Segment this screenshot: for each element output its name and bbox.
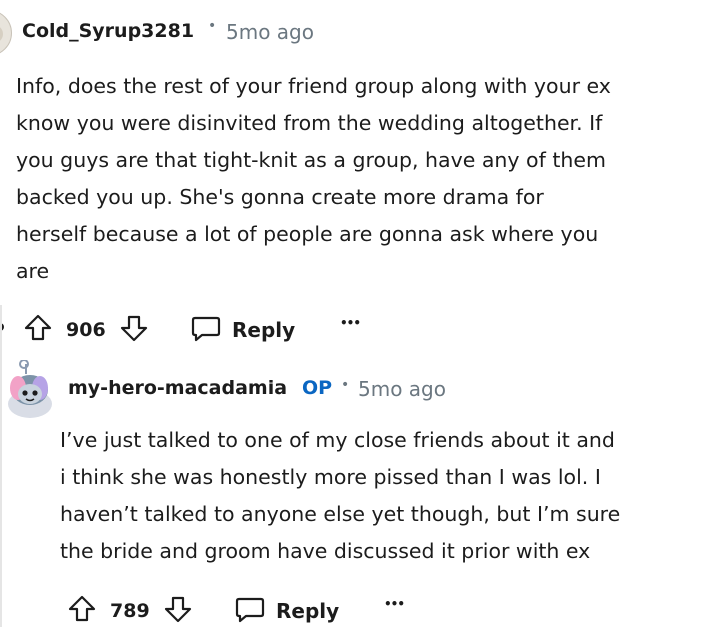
comment-body-line: i think she was honestly more pissed tha… (60, 465, 601, 489)
avatar[interactable] (0, 10, 12, 56)
comment-body-line: backed you up. She's gonna create more d… (16, 185, 544, 209)
vote-count: 789 (110, 600, 150, 622)
reply-button[interactable]: Reply (190, 312, 295, 348)
comment-body: Info, does the rest of your friend group… (16, 68, 702, 290)
vote-group: 906 (22, 312, 150, 348)
comment-body: I’ve just talked to one of my close frie… (60, 422, 702, 570)
avatar-face (0, 25, 3, 43)
comment-body-line: know you were disinvited from the weddin… (16, 111, 603, 135)
meta-separator: • (341, 377, 350, 393)
reply-label: Reply (276, 599, 340, 623)
comment-timestamp: 5mo ago (358, 377, 446, 401)
comment-icon (190, 312, 222, 348)
upvote-icon[interactable] (66, 593, 98, 629)
vote-count: 906 (66, 319, 106, 341)
comment-timestamp: 5mo ago (226, 20, 314, 44)
avatar[interactable] (4, 359, 56, 418)
comment-body-line: I’ve just talked to one of my close frie… (60, 428, 615, 452)
comment-username[interactable]: my-hero-macadamia (68, 377, 287, 399)
op-badge: OP (302, 377, 333, 399)
downvote-icon[interactable] (118, 312, 150, 348)
comment-body-line: Info, does the rest of your friend group… (16, 74, 611, 98)
comment-body-line: haven’t talked to anyone else yet though… (60, 502, 621, 526)
more-icon[interactable]: ••• (384, 597, 405, 611)
thread-line[interactable] (0, 305, 2, 627)
reply-label: Reply (232, 318, 296, 342)
comment-body-line: the bride and groom have discussed it pr… (60, 539, 591, 563)
more-icon[interactable]: ••• (340, 316, 361, 330)
comment-body-line: herself because a lot of people are gonn… (16, 222, 599, 246)
reply-button[interactable]: Reply (234, 593, 339, 629)
downvote-icon[interactable] (162, 593, 194, 629)
comment-body-line: you guys are that tight-knit as a group,… (16, 148, 606, 172)
comment-icon (234, 593, 266, 629)
upvote-icon[interactable] (22, 312, 54, 348)
vote-group: 789 (66, 593, 194, 629)
comment-username[interactable]: Cold_Syrup3281 (22, 20, 194, 42)
comment-body-line: are (16, 259, 50, 283)
meta-separator: • (208, 18, 217, 34)
